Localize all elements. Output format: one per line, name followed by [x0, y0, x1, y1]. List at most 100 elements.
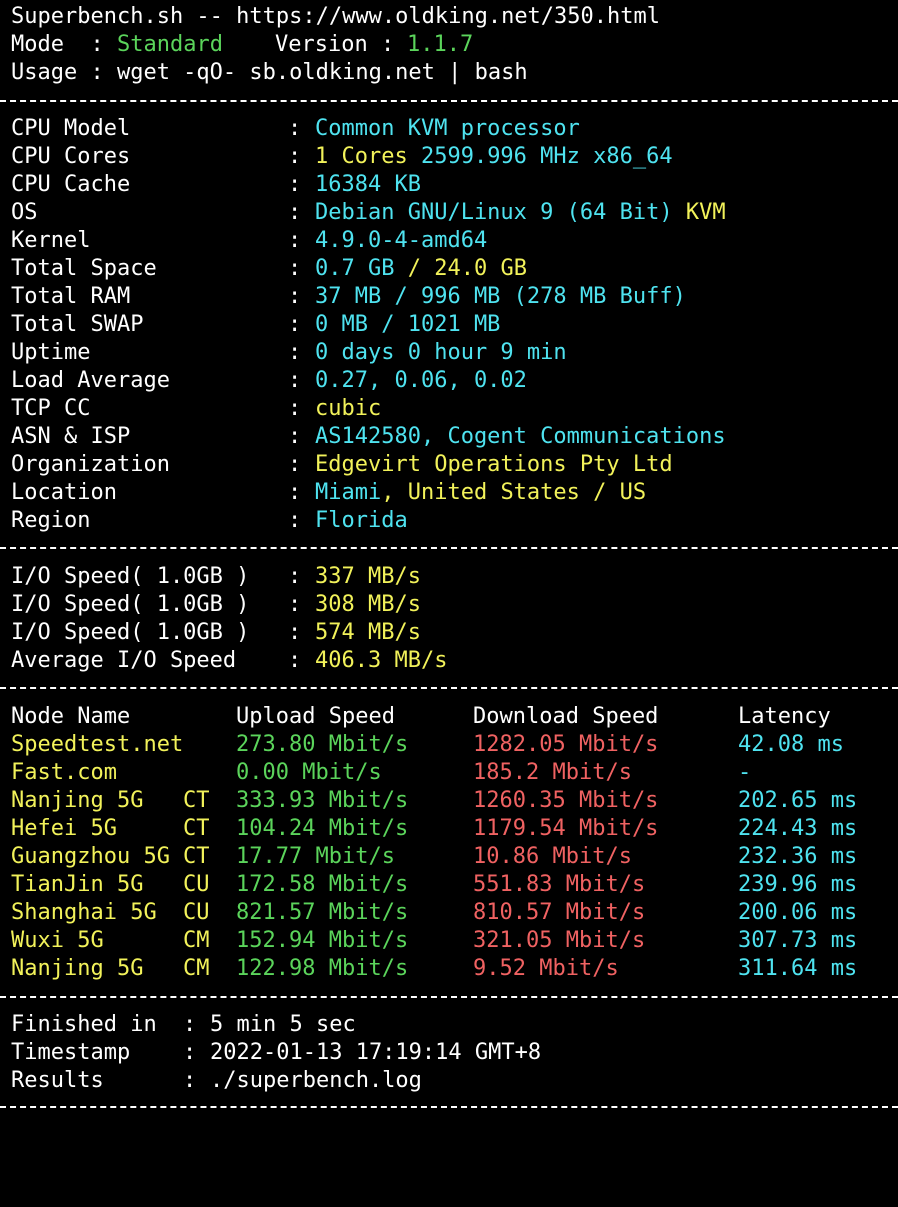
- system-row: Location : Miami, United States / US: [11, 479, 646, 507]
- upload-speed: 0.00 Mbit/s: [236, 760, 382, 785]
- header-download-speed: Download Speed: [473, 704, 659, 729]
- upload-speed: 152.94 Mbit/s: [236, 928, 409, 953]
- separator: [0, 996, 898, 998]
- node-name: Guangzhou 5G: [11, 844, 170, 869]
- io-colon: :: [288, 620, 302, 645]
- footer-colon: :: [183, 1040, 197, 1065]
- mode-label: Mode :: [11, 32, 117, 57]
- io-value: 308 MB/s: [315, 592, 421, 617]
- latency: -: [738, 760, 752, 785]
- table-row: Nanjing 5G CT 333.93 Mbit/s 1260.35 Mbit…: [11, 787, 857, 815]
- system-label: Location: [11, 480, 117, 505]
- header-mode-line: Mode : Standard Version : 1.1.7: [11, 31, 473, 59]
- terminal-window[interactable]: Superbench.sh -- https://www.oldking.net…: [0, 0, 898, 1110]
- system-value: AS142580, Cogent Communications: [315, 424, 726, 449]
- system-colon: :: [288, 480, 302, 505]
- footer-label: Timestamp: [11, 1040, 131, 1065]
- node-name: Wuxi 5G: [11, 928, 104, 953]
- system-row: OS : Debian GNU/Linux 9 (64 Bit) KVM: [11, 199, 726, 227]
- system-colon: :: [288, 340, 302, 365]
- io-row: Average I/O Speed : 406.3 MB/s: [11, 647, 447, 675]
- system-value: Edgevirt Operations Pty Ltd: [315, 452, 673, 477]
- system-row: Organization : Edgevirt Operations Pty L…: [11, 451, 673, 479]
- latency: 311.64 ms: [738, 956, 858, 981]
- footer-row: Results : ./superbench.log: [11, 1067, 422, 1095]
- io-value: 574 MB/s: [315, 620, 421, 645]
- node-isp: CU: [183, 900, 210, 925]
- version-label: Version :: [275, 32, 408, 57]
- system-colon: :: [288, 144, 302, 169]
- system-colon: :: [288, 116, 302, 141]
- system-label: CPU Cores: [11, 144, 131, 169]
- system-row: Load Average : 0.27, 0.06, 0.02: [11, 367, 527, 395]
- download-speed: 10.86 Mbit/s: [473, 844, 632, 869]
- system-value: 16384 KB: [315, 172, 421, 197]
- latency: 232.36 ms: [738, 844, 858, 869]
- table-row: Wuxi 5G CM 152.94 Mbit/s 321.05 Mbit/s 3…: [11, 927, 857, 955]
- separator: [0, 1106, 898, 1108]
- usage-text: Usage : wget -qO- sb.oldking.net | bash: [11, 60, 528, 85]
- footer-colon: :: [183, 1068, 197, 1093]
- system-value: Debian GNU/Linux 9 (64 Bit) KVM: [315, 200, 726, 225]
- latency: 307.73 ms: [738, 928, 858, 953]
- system-value: 0 MB / 1021 MB: [315, 312, 501, 337]
- header-title-line: Superbench.sh -- https://www.oldking.net…: [11, 3, 660, 31]
- system-value: 0.27, 0.06, 0.02: [315, 368, 527, 393]
- system-value: 0 days 0 hour 9 min: [315, 340, 567, 365]
- version-value: 1.1.7: [407, 32, 474, 57]
- footer-row: Finished in : 5 min 5 sec: [11, 1011, 356, 1039]
- io-row: I/O Speed( 1.0GB ) : 337 MB/s: [11, 563, 421, 591]
- system-value: 37 MB / 996 MB (278 MB Buff): [315, 284, 686, 309]
- node-name: Nanjing 5G: [11, 956, 144, 981]
- io-label: Average I/O Speed: [11, 648, 237, 673]
- download-speed: 1260.35 Mbit/s: [473, 788, 659, 813]
- upload-speed: 172.58 Mbit/s: [236, 872, 409, 897]
- footer-row: Timestamp : 2022-01-13 17:19:14 GMT+8: [11, 1039, 541, 1067]
- node-isp: CT: [183, 788, 210, 813]
- system-value: 1 Cores 2599.996 MHz x86_64: [315, 144, 673, 169]
- system-colon: :: [288, 368, 302, 393]
- separator: [0, 100, 898, 102]
- system-label: Total Space: [11, 256, 157, 281]
- system-label: OS: [11, 200, 38, 225]
- io-label: I/O Speed( 1.0GB ): [11, 564, 250, 589]
- system-value: Miami, United States / US: [315, 480, 647, 505]
- io-colon: :: [288, 592, 302, 617]
- system-label: Total RAM: [11, 284, 131, 309]
- system-row: Total Space : 0.7 GB / 24.0 GB: [11, 255, 527, 283]
- node-name: Shanghai 5G: [11, 900, 157, 925]
- table-row: Shanghai 5G CU 821.57 Mbit/s 810.57 Mbit…: [11, 899, 857, 927]
- system-colon: :: [288, 284, 302, 309]
- table-row: Guangzhou 5G CT 17.77 Mbit/s 10.86 Mbit/…: [11, 843, 857, 871]
- system-row: TCP CC : cubic: [11, 395, 381, 423]
- download-speed: 1282.05 Mbit/s: [473, 732, 659, 757]
- system-colon: :: [288, 256, 302, 281]
- upload-speed: 333.93 Mbit/s: [236, 788, 409, 813]
- separator: [0, 687, 898, 689]
- upload-speed: 821.57 Mbit/s: [236, 900, 409, 925]
- system-value: 4.9.0-4-amd64: [315, 228, 488, 253]
- io-colon: :: [288, 564, 302, 589]
- node-name: Fast.com: [11, 760, 117, 785]
- mode-value: Standard: [117, 32, 223, 57]
- io-value: 337 MB/s: [315, 564, 421, 589]
- upload-speed: 122.98 Mbit/s: [236, 956, 409, 981]
- io-value: 406.3 MB/s: [315, 648, 448, 673]
- system-value: cubic: [315, 396, 382, 421]
- system-label: CPU Cache: [11, 172, 131, 197]
- download-speed: 1179.54 Mbit/s: [473, 816, 659, 841]
- virt-type: KVM: [685, 200, 726, 225]
- system-row: ASN & ISP : AS142580, Cogent Communicati…: [11, 423, 726, 451]
- latency: 200.06 ms: [738, 900, 858, 925]
- io-row: I/O Speed( 1.0GB ) : 308 MB/s: [11, 591, 421, 619]
- download-speed: 551.83 Mbit/s: [473, 872, 646, 897]
- system-row: Region : Florida: [11, 507, 408, 535]
- system-label: Organization: [11, 452, 170, 477]
- system-label: Kernel: [11, 228, 91, 253]
- footer-label: Finished in: [11, 1012, 157, 1037]
- system-colon: :: [288, 200, 302, 225]
- node-name: Nanjing 5G: [11, 788, 144, 813]
- table-row: Hefei 5G CT 104.24 Mbit/s 1179.54 Mbit/s…: [11, 815, 857, 843]
- header-node-name: Node Name: [11, 704, 131, 729]
- node-isp: CM: [183, 928, 210, 953]
